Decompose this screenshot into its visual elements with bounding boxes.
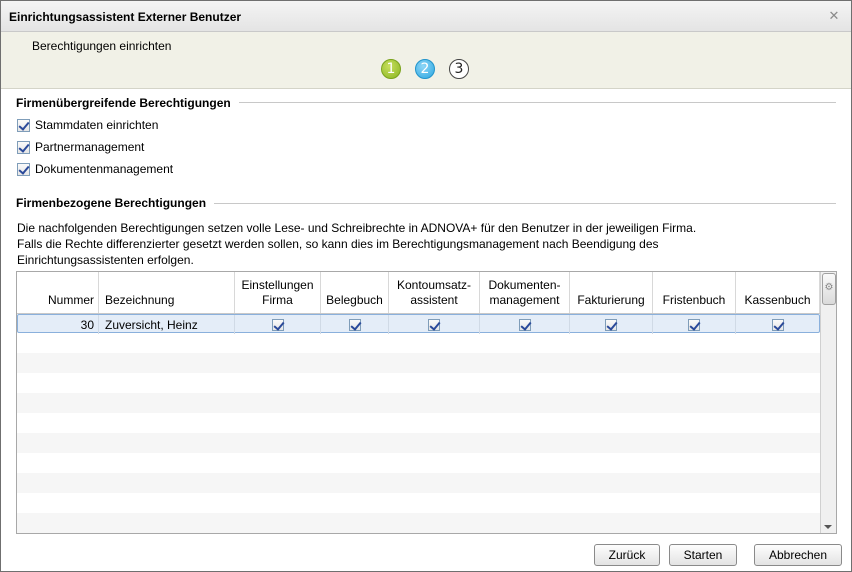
checkbox-label: Stammdaten einrichten: [35, 118, 159, 132]
checkbox-label: Partnermanagement: [35, 140, 145, 154]
cell-dokumentenmanagement[interactable]: [480, 315, 570, 334]
cell-bezeichnung: Zuversicht, Heinz: [99, 315, 235, 334]
stammdaten-checkbox[interactable]: [17, 118, 30, 132]
gear-icon: ⚙: [824, 282, 834, 293]
cell-kontoumsatzassistent[interactable]: [389, 315, 480, 334]
column-header-nummer[interactable]: Nummer: [17, 272, 99, 313]
empty-row: [17, 433, 820, 453]
partnermanagement-checkbox[interactable]: [17, 140, 30, 154]
company-permissions-description: Die nachfolgenden Berechtigungen setzen …: [17, 220, 837, 268]
checkbox-row-partnermanagement[interactable]: Partnermanagement: [17, 139, 144, 155]
checkbox-row-stammdaten[interactable]: Stammdaten einrichten: [17, 117, 158, 133]
description-line: Die nachfolgenden Berechtigungen setzen …: [17, 221, 697, 235]
belegbuch-checkbox[interactable]: [348, 318, 361, 331]
checkbox-row-dokumentenmanagement[interactable]: Dokumentenmanagement: [17, 161, 173, 177]
window-title: Einrichtungsassistent Externer Benutzer: [9, 10, 242, 24]
step-indicator: 1 2 3: [381, 59, 469, 81]
dokumentenmanagement-checkbox[interactable]: [17, 162, 30, 176]
kontoumsatzassistent-checkbox[interactable]: [428, 318, 440, 331]
description-line: Falls die Rechte differenzierter gesetzt…: [17, 237, 659, 251]
description-line: Einrichtungsassistenten erfolgen.: [17, 253, 194, 267]
cell-kassenbuch[interactable]: [736, 315, 819, 334]
close-icon[interactable]: ✕: [826, 8, 842, 24]
arrow-down-icon[interactable]: [824, 525, 832, 529]
empty-row: [17, 373, 820, 393]
permissions-table[interactable]: Nummer Bezeichnung Einstellungen Firma B…: [16, 271, 837, 534]
empty-row: [17, 493, 820, 513]
wizard-window: Einrichtungsassistent Externer Benutzer …: [0, 0, 852, 572]
einstellungen-firma-checkbox[interactable]: [271, 318, 284, 331]
back-button[interactable]: Zurück: [594, 544, 660, 566]
column-header-belegbuch[interactable]: Belegbuch: [321, 272, 389, 313]
table-scrollbar[interactable]: ⚙: [820, 272, 836, 533]
empty-row: [17, 333, 820, 353]
column-header-dokumentenmanagement[interactable]: Dokumenten- management: [480, 272, 570, 313]
cell-fakturierung[interactable]: [570, 315, 653, 334]
column-header-fakturierung[interactable]: Fakturierung: [570, 272, 653, 313]
column-header-bezeichnung[interactable]: Bezeichnung: [99, 272, 235, 313]
empty-row: [17, 353, 820, 373]
step-2-indicator: 2: [415, 59, 435, 79]
cell-nummer: 30: [18, 315, 99, 334]
step-3-indicator: 3: [449, 59, 469, 79]
table-row[interactable]: 30 Zuversicht, Heinz: [17, 314, 820, 334]
empty-row: [17, 453, 820, 473]
empty-row: [17, 413, 820, 433]
step-1-indicator: 1: [381, 59, 401, 79]
fakturierung-checkbox[interactable]: [605, 318, 617, 331]
column-header-kontoumsatzassistent[interactable]: Kontoumsatz- assistent: [389, 272, 480, 313]
column-header-einstellungen-firma[interactable]: Einstellungen Firma: [235, 272, 321, 313]
table-header: Nummer Bezeichnung Einstellungen Firma B…: [17, 272, 820, 314]
empty-row: [17, 473, 820, 493]
global-permissions-title: Firmenübergreifende Berechtigungen: [16, 96, 239, 110]
company-permissions-title: Firmenbezogene Berechtigungen: [16, 196, 215, 210]
kassenbuch-checkbox[interactable]: [771, 318, 784, 331]
column-header-kassenbuch[interactable]: Kassenbuch: [736, 272, 820, 313]
wizard-subtitle: Berechtigungen einrichten: [32, 39, 172, 53]
column-header-fristenbuch[interactable]: Fristenbuch: [653, 272, 736, 313]
cell-einstellungen-firma[interactable]: [235, 315, 321, 334]
title-bar: Einrichtungsassistent Externer Benutzer …: [1, 1, 851, 32]
column-settings-button[interactable]: ⚙: [822, 273, 836, 305]
cell-belegbuch[interactable]: [321, 315, 389, 334]
empty-row: [17, 513, 820, 533]
checkbox-label: Dokumentenmanagement: [35, 162, 174, 176]
fristenbuch-checkbox[interactable]: [688, 318, 700, 331]
cancel-button[interactable]: Abbrechen: [754, 544, 842, 566]
dokumentenmanagement-row-checkbox[interactable]: [518, 318, 531, 331]
wizard-header: Berechtigungen einrichten 1 2 3: [1, 32, 851, 89]
cell-fristenbuch[interactable]: [653, 315, 736, 334]
start-button[interactable]: Starten: [669, 544, 737, 566]
empty-row: [17, 393, 820, 413]
